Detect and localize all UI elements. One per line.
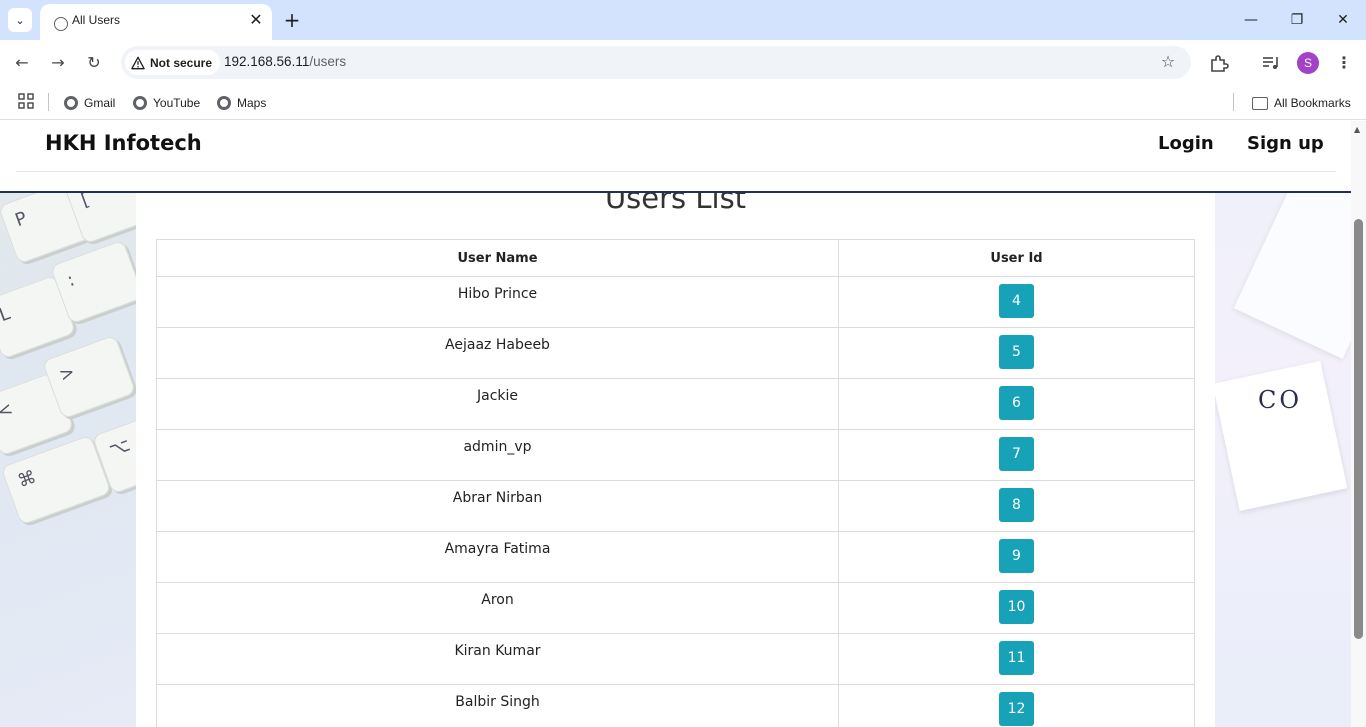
user-id-cell: 9 <box>838 531 1195 583</box>
keyboard-background-image: P [ L : < > ⌘ ⌥ <box>0 121 187 727</box>
tab-search-chevron-icon[interactable]: ⌄ <box>8 8 32 32</box>
user-name-cell: Amayra Fatima <box>156 531 839 583</box>
brand-logo[interactable]: HKH Infotech <box>45 131 202 155</box>
folder-icon <box>1252 96 1268 110</box>
new-tab-plus-icon[interactable]: + <box>280 8 304 32</box>
user-id-badge: 9 <box>999 539 1034 573</box>
window-close-icon[interactable]: ✕ <box>1329 6 1357 34</box>
user-id-cell: 7 <box>838 429 1195 481</box>
user-id-cell: 10 <box>838 582 1195 634</box>
page-viewport: P [ L : < > ⌘ ⌥ CO HKH Infotech Login Si… <box>0 121 1366 727</box>
reload-icon[interactable]: ↻ <box>82 51 106 75</box>
site-header: HKH Infotech Login Sign up <box>0 121 1351 193</box>
user-id-badge: 8 <box>999 488 1034 522</box>
globe-icon <box>54 17 68 31</box>
apps-grid-icon[interactable] <box>18 93 34 109</box>
all-bookmarks-button[interactable]: All Bookmarks <box>1252 91 1351 115</box>
user-id-cell: 11 <box>838 633 1195 685</box>
login-link[interactable]: Login <box>1158 133 1214 154</box>
bookmark-label: Maps <box>237 96 267 110</box>
bookmark-youtube[interactable]: YouTube <box>133 91 200 115</box>
tab-all-users[interactable]: All Users ✕ <box>40 4 272 40</box>
user-id-badge: 10 <box>999 590 1034 624</box>
table-row: Jackie 6 <box>156 378 1195 430</box>
table-row: Kiran Kumar 11 <box>156 633 1195 685</box>
user-name-cell: Kiran Kumar <box>156 633 839 685</box>
close-icon[interactable]: ✕ <box>246 10 266 30</box>
warning-triangle-icon <box>131 56 145 69</box>
url-text[interactable]: 192.168.56.11/users <box>224 54 346 69</box>
all-bookmarks-label: All Bookmarks <box>1274 96 1351 110</box>
column-header-user-name: User Name <box>156 239 839 277</box>
scroll-up-arrow-icon[interactable]: ▲ <box>1354 125 1360 134</box>
url-path: /users <box>309 54 347 69</box>
user-name-cell: Aejaaz Habeeb <box>156 327 839 379</box>
bookmark-gmail[interactable]: Gmail <box>64 91 115 115</box>
user-id-badge: 5 <box>999 335 1034 369</box>
user-id-badge: 12 <box>999 692 1034 726</box>
tab-title: All Users <box>72 13 121 27</box>
bookmarks-divider <box>1233 93 1234 111</box>
bookmark-label: Gmail <box>84 96 116 110</box>
tab-strip: ⌄ All Users ✕ + — ❐ ✕ <box>0 0 1366 40</box>
user-id-cell: 5 <box>838 327 1195 379</box>
table-row: Aejaaz Habeeb 5 <box>156 327 1195 379</box>
user-id-cell: 8 <box>838 480 1195 532</box>
vertical-scrollbar[interactable]: ▲ <box>1351 121 1366 727</box>
user-id-badge: 11 <box>999 641 1034 675</box>
table-row: Amayra Fatima 9 <box>156 531 1195 583</box>
security-chip[interactable]: Not secure <box>125 50 221 75</box>
user-name-cell: Balbir Singh <box>156 684 839 727</box>
globe-icon <box>133 96 147 110</box>
bookmarks-bar: Gmail YouTube Maps All Bookmarks <box>0 86 1366 120</box>
globe-icon <box>217 96 231 110</box>
media-controls-icon[interactable] <box>1259 51 1283 75</box>
user-id-badge: 7 <box>999 437 1034 471</box>
users-table-body: Hibo Prince 4 Aejaaz Habeeb 5 Jackie 6 admin_v… <box>156 276 1195 727</box>
user-name-cell: Hibo Prince <box>156 276 839 328</box>
table-row: Abrar Nirban 8 <box>156 480 1195 532</box>
user-id-cell: 6 <box>838 378 1195 430</box>
url-host: 192.168.56.11 <box>224 54 310 69</box>
kebab-menu-icon[interactable]: ⋮ <box>1332 51 1356 75</box>
signup-link[interactable]: Sign up <box>1247 133 1324 154</box>
column-header-user-id: User Id <box>838 239 1195 277</box>
users-content-card: Users List User Name User Id Hibo Prince… <box>136 193 1215 727</box>
address-bar[interactable]: Not secure 192.168.56.11/users ☆ <box>121 46 1191 79</box>
back-arrow-icon[interactable]: ← <box>10 51 34 75</box>
extensions-puzzle-icon[interactable] <box>1207 51 1231 75</box>
forward-arrow-icon[interactable]: → <box>46 51 70 75</box>
user-id-cell: 12 <box>838 684 1195 727</box>
user-name-cell: Abrar Nirban <box>156 480 839 532</box>
card-logo-text: CO <box>1258 386 1303 414</box>
header-divider <box>16 171 1336 172</box>
bookmarks-divider <box>48 93 49 111</box>
user-name-cell: Jackie <box>156 378 839 430</box>
table-header-row: User Name User Id <box>156 239 1195 277</box>
restore-icon[interactable]: ❐ <box>1283 6 1311 34</box>
globe-icon <box>64 96 78 110</box>
scrollbar-thumb[interactable] <box>1354 219 1363 639</box>
bookmark-label: YouTube <box>153 96 201 110</box>
bookmark-maps[interactable]: Maps <box>217 91 266 115</box>
bookmark-star-icon[interactable]: ☆ <box>1157 51 1179 73</box>
profile-avatar[interactable]: S <box>1297 52 1319 74</box>
user-id-badge: 4 <box>999 284 1034 318</box>
table-row: Hibo Prince 4 <box>156 276 1195 328</box>
browser-toolbar: ← → ↻ Not secure 192.168.56.11/users ☆ S… <box>0 40 1366 86</box>
user-id-badge: 6 <box>999 386 1034 420</box>
security-label: Not secure <box>150 55 213 70</box>
page-title: Users List <box>604 193 747 215</box>
table-row: Balbir Singh 12 <box>156 684 1195 727</box>
table-row: admin_vp 7 <box>156 429 1195 481</box>
user-name-cell: admin_vp <box>156 429 839 481</box>
minimize-icon[interactable]: — <box>1237 6 1265 34</box>
users-table: User Name User Id Hibo Prince 4 Aejaaz Hab… <box>156 239 1195 727</box>
user-name-cell: Aron <box>156 582 839 634</box>
table-row: Aron 10 <box>156 582 1195 634</box>
user-id-cell: 4 <box>838 276 1195 328</box>
